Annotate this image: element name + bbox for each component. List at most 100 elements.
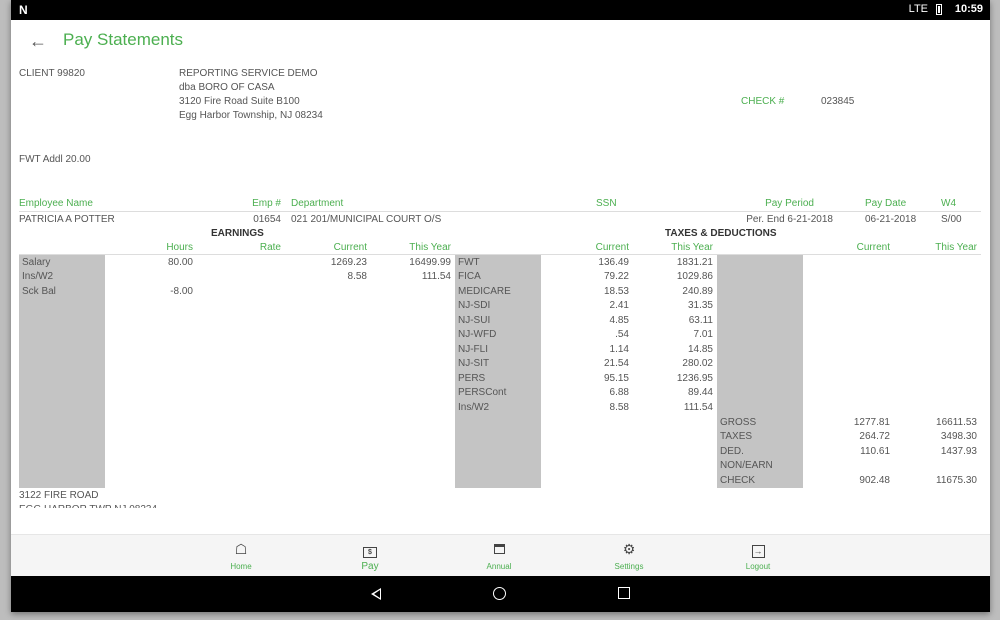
header-ssn: SSN — [596, 198, 617, 209]
tax-current: .54 — [615, 329, 629, 340]
earnings-label: Ins/W2 — [22, 271, 54, 282]
tax-ytd: 111.54 — [683, 402, 713, 413]
tax-current: 136.49 — [598, 257, 629, 268]
signal-icon: LTE — [908, 3, 928, 15]
tax-ytd: 1029.86 — [676, 271, 713, 282]
employee-department: 021 201/MUNICIPAL COURT O/S — [291, 214, 442, 225]
tax-current: 1.14 — [609, 344, 629, 355]
earnings-col-current: Current — [333, 242, 367, 253]
summary-label: NON/EARN — [720, 460, 773, 471]
earnings-hours: -8.00 — [170, 286, 193, 297]
employee-name: PATRICIA A POTTER — [19, 214, 115, 225]
check-number: 023845 — [821, 96, 855, 107]
nav-pay-label: Pay — [361, 561, 379, 572]
money-icon: $ — [330, 541, 410, 558]
page-title: Pay Statements — [63, 30, 184, 49]
summary-ytd: 11675.30 — [936, 475, 977, 486]
nav-annual-label: Annual — [486, 562, 512, 571]
tax-ytd: 1831.21 — [676, 257, 713, 268]
taxes-col-current: Current — [595, 242, 629, 253]
taxes-col-ytd: This Year — [671, 242, 713, 253]
header-department: Department — [291, 198, 344, 209]
tax-label: FICA — [458, 271, 481, 282]
clock: 10:59 — [954, 3, 983, 15]
battery-icon — [936, 4, 942, 15]
gear-icon: ⚙ — [622, 541, 636, 557]
summary-current: 1277.81 — [853, 417, 890, 428]
tax-current: 8.58 — [609, 402, 629, 413]
nav-settings-label: Settings — [614, 562, 644, 571]
tax-ytd: 89.44 — [687, 387, 713, 398]
logout-icon: → — [751, 545, 765, 558]
tax-label: MEDICARE — [458, 286, 511, 297]
summary-current: 902.48 — [859, 475, 890, 486]
nav-logout[interactable]: → Logout — [718, 541, 798, 571]
tax-ytd: 14.85 — [687, 344, 713, 355]
tax-ytd: 1236.95 — [676, 373, 713, 384]
nav-pay[interactable]: $ Pay — [330, 541, 410, 572]
system-navigation-bar — [11, 576, 990, 612]
home-icon: ☖ — [234, 541, 248, 557]
header-pay-date: Pay Date — [865, 198, 907, 209]
summary-label: CHECK — [720, 475, 756, 486]
tax-label: NJ-SDI — [458, 300, 491, 311]
earnings-ytd: 111.54 — [421, 271, 451, 282]
notification-n-icon: N — [19, 3, 28, 17]
employee-number: 01654 — [253, 214, 281, 225]
system-home-icon[interactable] — [493, 587, 506, 600]
summary-current: 264.72 — [859, 431, 890, 442]
system-back-icon[interactable] — [371, 588, 381, 600]
summary-ytd: 1437.93 — [940, 446, 977, 457]
system-recents-icon[interactable] — [618, 587, 630, 599]
employee-w4: S/00 — [941, 214, 962, 225]
client-name: REPORTING SERVICE DEMO — [179, 68, 318, 79]
header-emp-number: Emp # — [252, 198, 281, 209]
tax-ytd: 31.35 — [687, 300, 713, 311]
nav-annual[interactable]: Annual — [459, 541, 539, 571]
nav-home-label: Home — [230, 562, 252, 571]
tax-label: NJ-FLI — [458, 344, 488, 355]
tax-ytd: 280.02 — [682, 358, 713, 369]
tax-ytd: 7.01 — [693, 329, 713, 340]
tax-label: NJ-SUI — [458, 315, 491, 326]
tax-current: 4.85 — [609, 315, 629, 326]
tax-ytd: 63.11 — [688, 315, 713, 326]
tax-current: 79.22 — [603, 271, 629, 282]
earnings-ytd: 16499.99 — [409, 257, 451, 268]
earnings-label: Sck Bal — [22, 286, 56, 297]
nav-logout-label: Logout — [745, 562, 771, 571]
earnings-current: 1269.23 — [330, 257, 367, 268]
tax-label: PERSCont — [458, 387, 507, 398]
nav-settings[interactable]: ⚙ Settings — [589, 541, 669, 571]
summary-label: GROSS — [720, 417, 757, 428]
tax-label: NJ-WFD — [458, 329, 497, 340]
tax-label: PERS — [458, 373, 486, 384]
tax-label: Ins/W2 — [458, 402, 490, 413]
summary-label: TAXES — [720, 431, 753, 442]
tax-label: FWT — [458, 257, 480, 268]
check-number-label: CHECK # — [741, 96, 785, 107]
employee-pay-period: Per. End 6-21-2018 — [746, 214, 833, 225]
header-employee-name: Employee Name — [19, 198, 93, 209]
client-dba: dba BORO OF CASA — [179, 82, 275, 93]
summary-ytd: 3498.30 — [940, 431, 977, 442]
summary-col-current: Current — [856, 242, 890, 253]
nav-home[interactable]: ☖ Home — [201, 541, 281, 571]
client-id: CLIENT 99820 — [19, 68, 85, 79]
summary-col-ytd: This Year — [935, 242, 977, 253]
client-address-line1: 3120 Fire Road Suite B100 — [179, 96, 300, 107]
back-arrow-icon[interactable]: ← — [29, 32, 47, 50]
earnings-label: Salary — [22, 257, 51, 268]
pay-statement: CLIENT 99820 REPORTING SERVICE DEMO dba … — [11, 60, 990, 534]
earnings-current: 8.58 — [347, 271, 367, 282]
client-address-line2: Egg Harbor Township, NJ 08234 — [179, 110, 323, 121]
header-divider — [19, 211, 981, 212]
earnings-hours: 80.00 — [167, 257, 193, 268]
status-bar: N LTE 10:59 — [11, 0, 990, 20]
tax-current: 21.54 — [603, 358, 629, 369]
earnings-title: EARNINGS — [211, 228, 264, 239]
bottom-navigation: ☖ Home $ Pay Annual ⚙ Settings → Logout — [11, 534, 990, 577]
summary-current: 110.61 — [860, 446, 890, 457]
header-pay-period: Pay Period — [765, 198, 814, 209]
employee-pay-date: 06-21-2018 — [865, 214, 917, 225]
